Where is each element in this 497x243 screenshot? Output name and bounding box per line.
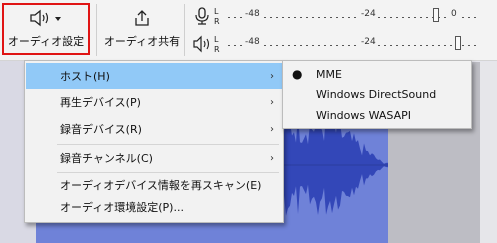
vertical-scrollbar[interactable] bbox=[480, 62, 497, 243]
audio-setup-label: オーディオ設定 bbox=[7, 35, 85, 48]
tick-label: -48 bbox=[244, 37, 261, 47]
speaker-icon[interactable] bbox=[192, 34, 212, 54]
share-icon bbox=[135, 10, 149, 26]
host-option-label: MME bbox=[316, 67, 342, 81]
tick-label: 0 bbox=[450, 9, 458, 19]
microphone-icon[interactable] bbox=[192, 6, 212, 26]
tick-label: -24 bbox=[360, 37, 377, 47]
toolbar: オーディオ設定 オーディオ共有 L R -48 -24 0 L R -48 -2… bbox=[0, 0, 497, 61]
submenu-arrow-icon: › bbox=[270, 96, 274, 108]
menu-item-host[interactable]: ホスト(H) › bbox=[26, 63, 282, 89]
tick-label: -48 bbox=[244, 9, 261, 19]
menu-item-recording-device[interactable]: 録音デバイス(R) › bbox=[26, 116, 282, 142]
recording-volume-slider[interactable] bbox=[433, 8, 439, 22]
audio-share-label: オーディオ共有 bbox=[103, 35, 181, 48]
audio-setup-menu: ホスト(H) › 再生デバイス(P) › 録音デバイス(R) › 録音チャンネル… bbox=[24, 60, 284, 223]
toolbar-divider bbox=[184, 4, 185, 56]
toolbar-divider bbox=[96, 4, 97, 56]
selected-bullet-icon: ● bbox=[292, 67, 303, 81]
right-channel-label: R bbox=[214, 45, 220, 54]
host-option-wasapi[interactable]: Windows WASAPI bbox=[284, 104, 470, 126]
menu-item-audio-preferences[interactable]: オーディオ環境設定(P)... bbox=[26, 196, 282, 218]
recording-meter[interactable]: L R -48 -24 0 bbox=[186, 2, 497, 30]
menu-item-label: オーディオデバイス情報を再スキャン(E) bbox=[60, 179, 262, 192]
audio-setup-button[interactable]: オーディオ設定 bbox=[2, 3, 90, 55]
menu-item-label: 録音チャンネル(C) bbox=[60, 152, 153, 165]
playback-meter[interactable]: L R -48 -24 bbox=[186, 30, 497, 58]
menu-item-recording-channels[interactable]: 録音チャンネル(C) › bbox=[26, 145, 282, 171]
submenu-arrow-icon: › bbox=[270, 152, 274, 164]
menu-item-rescan-devices[interactable]: オーディオデバイス情報を再スキャン(E) bbox=[26, 174, 282, 196]
host-option-label: Windows WASAPI bbox=[316, 108, 411, 122]
meter-area: L R -48 -24 0 L R -48 -24 bbox=[186, 0, 497, 60]
left-channel-label: L bbox=[214, 35, 219, 44]
playback-volume-slider[interactable] bbox=[455, 36, 461, 50]
recording-meter-track[interactable]: -48 -24 0 bbox=[228, 6, 477, 26]
host-submenu: ● MME Windows DirectSound Windows WASAPI bbox=[282, 60, 472, 129]
menu-item-label: 録音デバイス(R) bbox=[60, 123, 142, 136]
submenu-arrow-icon: › bbox=[270, 123, 274, 135]
menu-item-label: オーディオ環境設定(P)... bbox=[60, 201, 184, 214]
menu-separator bbox=[57, 172, 279, 173]
host-option-label: Windows DirectSound bbox=[316, 87, 437, 101]
playback-meter-track[interactable]: -48 -24 bbox=[228, 34, 477, 54]
menu-item-label: ホスト(H) bbox=[60, 70, 110, 83]
submenu-arrow-icon: › bbox=[270, 70, 274, 82]
left-channel-label: L bbox=[214, 7, 219, 16]
speaker-dropdown-icon bbox=[30, 9, 61, 27]
host-option-mme[interactable]: ● MME bbox=[284, 63, 470, 85]
tick-label: -24 bbox=[360, 9, 377, 19]
right-channel-label: R bbox=[214, 17, 220, 26]
menu-item-playback-device[interactable]: 再生デバイス(P) › bbox=[26, 89, 282, 115]
menu-item-label: 再生デバイス(P) bbox=[60, 96, 141, 109]
host-option-directsound[interactable]: Windows DirectSound bbox=[284, 83, 470, 105]
audio-share-button[interactable]: オーディオ共有 bbox=[104, 3, 180, 55]
